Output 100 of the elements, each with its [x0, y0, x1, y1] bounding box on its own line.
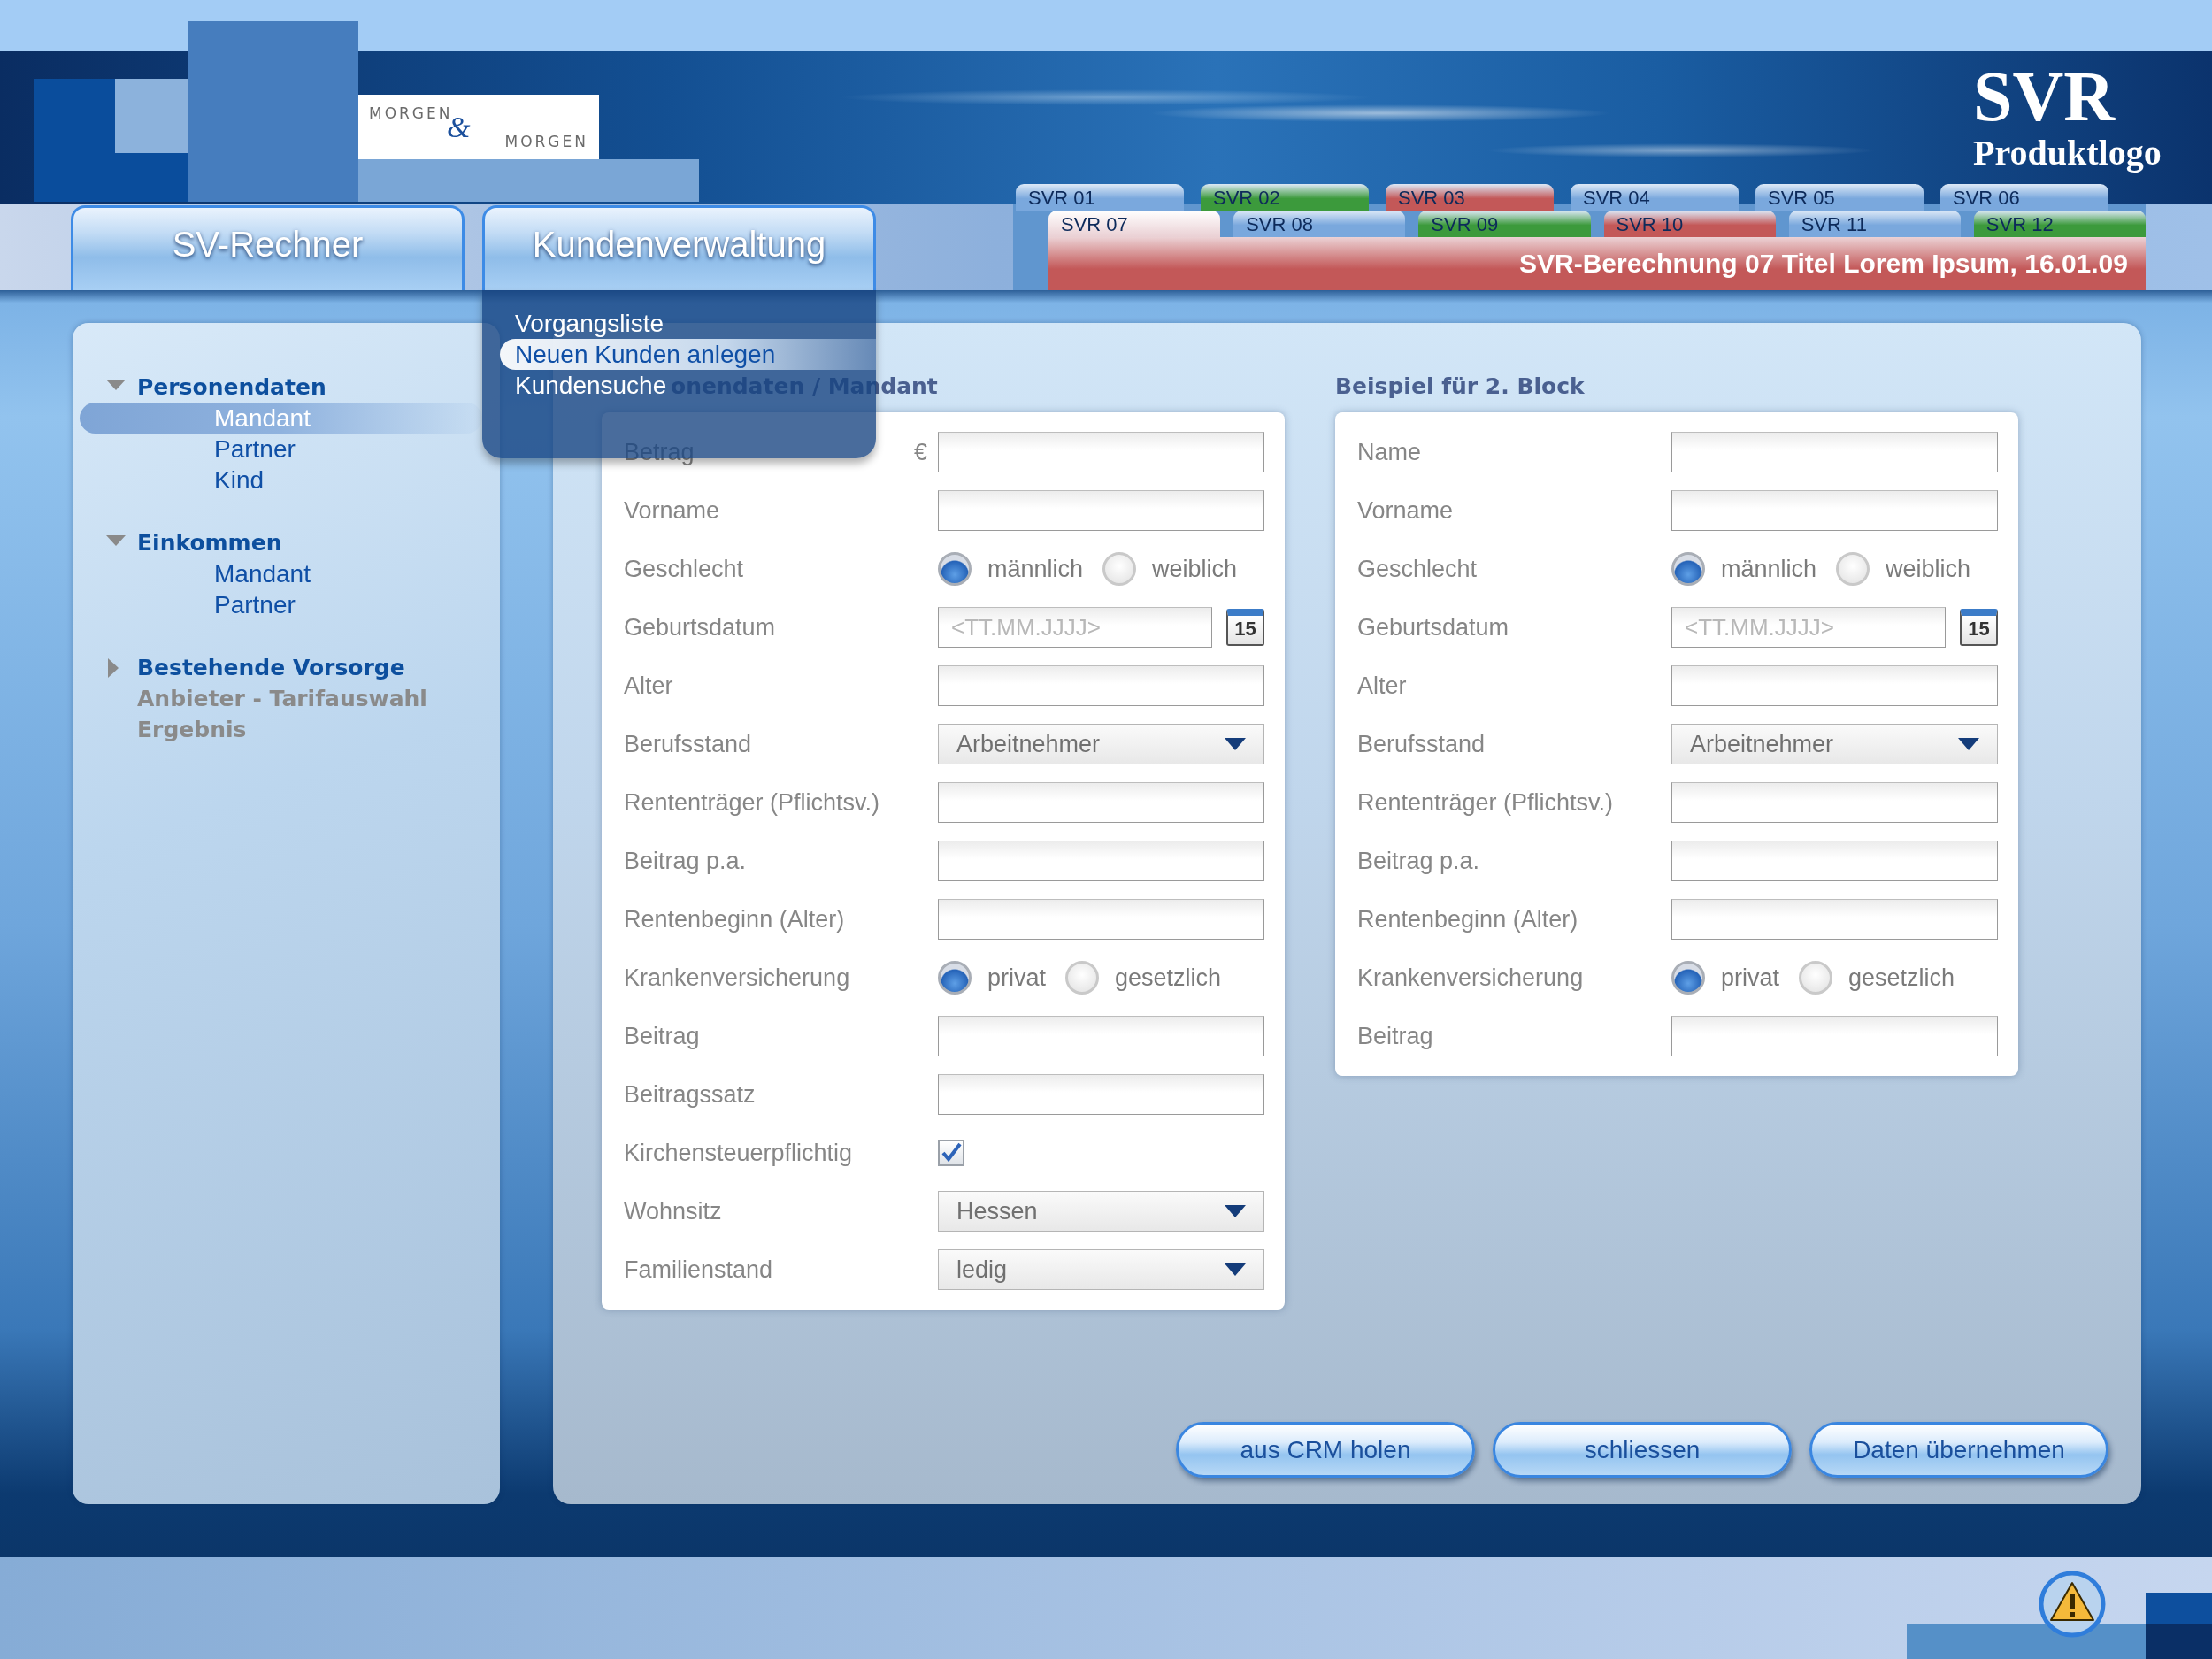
- menu-item[interactable]: Kundensuche: [515, 370, 667, 401]
- radio-button[interactable]: [938, 552, 972, 586]
- field-label: Vorname: [624, 496, 720, 525]
- field-label: Rententräger (Pflichtsv.): [1357, 788, 1614, 817]
- radio-button[interactable]: [1671, 961, 1705, 995]
- sidebar-subitem[interactable]: Partner: [80, 589, 482, 620]
- product-logo-title: SVR: [1973, 62, 2116, 131]
- block-title: Beispiel für 2. Block: [1335, 373, 1585, 401]
- field-label: Krankenversicherung: [624, 964, 850, 992]
- field-label: Beitrag p.a.: [1357, 847, 1480, 875]
- field-label: Vorname: [1357, 496, 1454, 525]
- input-field[interactable]: [1671, 490, 1998, 531]
- caret-icon: [1225, 1263, 1246, 1276]
- input-field[interactable]: [1671, 841, 1998, 881]
- radio-label: männlich: [1721, 555, 1817, 583]
- field-label: Rentenbeginn (Alter): [624, 905, 845, 933]
- field-label: Name: [1357, 438, 1422, 466]
- field-label: Berufsstand: [1357, 730, 1486, 758]
- action-button[interactable]: schliessen: [1493, 1422, 1792, 1478]
- tab[interactable]: SVR 10: [1603, 211, 1776, 237]
- tab[interactable]: SVR 08: [1233, 211, 1406, 237]
- radio-button[interactable]: [1671, 552, 1705, 586]
- product-logo-subtitle: Produktlogo: [1973, 132, 2162, 174]
- tab[interactable]: SVR 12: [1973, 211, 2147, 237]
- dropdown[interactable]: Arbeitnehmer: [1671, 724, 1998, 764]
- sidebar-subitem[interactable]: Partner: [80, 434, 482, 465]
- dropdown[interactable]: Hessen: [938, 1191, 1264, 1232]
- caret-icon: [1225, 1205, 1246, 1217]
- unit-label: €: [913, 438, 927, 466]
- radio-label: männlich: [987, 555, 1084, 583]
- field-label: Wohnsitz: [624, 1197, 722, 1225]
- radio-button[interactable]: [1102, 552, 1137, 586]
- input-field[interactable]: [938, 1016, 1264, 1056]
- field-label: Beitrag: [624, 1022, 700, 1050]
- radio-label: gesetzlich: [1115, 964, 1222, 992]
- sidebar-item[interactable]: Bestehende Vorsorge: [137, 655, 405, 680]
- tab[interactable]: SVR 07: [1048, 211, 1221, 237]
- field-label: Geburtsdatum: [624, 613, 776, 641]
- input-field[interactable]: [1671, 432, 1998, 472]
- dropdown[interactable]: ledig: [938, 1249, 1264, 1290]
- radio-label: privat: [1721, 964, 1780, 992]
- date-field[interactable]: <TT.MM.JJJJ>: [938, 607, 1212, 648]
- calculation-title: SVR-Berechnung 07 Titel Lorem Ipsum, 16.01.09: [1048, 237, 2146, 290]
- field-label: Beitrag p.a.: [624, 847, 747, 875]
- tab[interactable]: SVR 03: [1386, 184, 1554, 211]
- radio-label: weiblich: [1886, 555, 1971, 583]
- tab[interactable]: SVR 01: [1016, 184, 1184, 211]
- field-label: Familienstand: [624, 1256, 773, 1284]
- input-field[interactable]: [938, 432, 1264, 472]
- field-label: Beitrag: [1357, 1022, 1433, 1050]
- calendar-button[interactable]: 15: [1960, 609, 1998, 646]
- warning-icon[interactable]: [2039, 1571, 2106, 1638]
- logo-text: MORGEN: [504, 133, 588, 150]
- menu-item[interactable]: Neuen Kunden anlegen: [500, 339, 876, 370]
- caret-icon: [1225, 738, 1246, 750]
- field-label: Betrag: [624, 438, 695, 466]
- action-button[interactable]: aus CRM holen: [1176, 1422, 1475, 1478]
- radio-button[interactable]: [1799, 961, 1833, 995]
- sidebar-subitem[interactable]: Mandant: [80, 558, 482, 589]
- input-field[interactable]: [938, 782, 1264, 823]
- input-field[interactable]: [938, 841, 1264, 881]
- tab[interactable]: SVR 09: [1418, 211, 1591, 237]
- sidebar-item[interactable]: Einkommen: [137, 530, 282, 556]
- field-label: Rentenbeginn (Alter): [1357, 905, 1578, 933]
- sidebar-item[interactable]: Personendaten: [137, 374, 326, 400]
- field-label: Rententräger (Pflichtsv.): [624, 788, 880, 817]
- dropdown[interactable]: Arbeitnehmer: [938, 724, 1264, 764]
- tab[interactable]: SVR 11: [1788, 211, 1961, 237]
- calendar-button[interactable]: 15: [1226, 609, 1264, 646]
- input-field[interactable]: [1671, 1016, 1998, 1056]
- tab[interactable]: SVR 05: [1755, 184, 1924, 211]
- sidebar-subitem[interactable]: Kind: [80, 465, 482, 495]
- tab[interactable]: SVR 04: [1571, 184, 1739, 211]
- field-label: Geburtsdatum: [1357, 613, 1509, 641]
- input-field[interactable]: [1671, 782, 1998, 823]
- radio-button[interactable]: [938, 961, 972, 995]
- field-label: Krankenversicherung: [1357, 964, 1584, 992]
- input-field[interactable]: [938, 665, 1264, 706]
- action-button[interactable]: Daten übernehmen: [1809, 1422, 2108, 1478]
- checkbox[interactable]: [938, 1140, 964, 1166]
- radio-label: weiblich: [1152, 555, 1238, 583]
- caret-icon: [1958, 738, 1979, 750]
- field-label: Geschlecht: [624, 555, 744, 583]
- field-label: Alter: [624, 672, 673, 700]
- input-field[interactable]: [938, 899, 1264, 940]
- input-field[interactable]: [938, 1074, 1264, 1115]
- field-label: Berufsstand: [624, 730, 752, 758]
- tab[interactable]: SVR 02: [1201, 184, 1369, 211]
- field-label: Kirchensteuerpflichtig: [624, 1139, 853, 1167]
- radio-button[interactable]: [1836, 552, 1870, 586]
- radio-label: gesetzlich: [1848, 964, 1955, 992]
- input-field[interactable]: [1671, 899, 1998, 940]
- input-field[interactable]: [1671, 665, 1998, 706]
- logo-text: MORGEN: [369, 104, 453, 121]
- field-label: Alter: [1357, 672, 1407, 700]
- input-field[interactable]: [938, 490, 1264, 531]
- tab[interactable]: SVR 06: [1940, 184, 2108, 211]
- radio-button[interactable]: [1065, 961, 1100, 995]
- date-field[interactable]: <TT.MM.JJJJ>: [1671, 607, 1946, 648]
- menu-item[interactable]: Vorgangsliste: [515, 308, 664, 339]
